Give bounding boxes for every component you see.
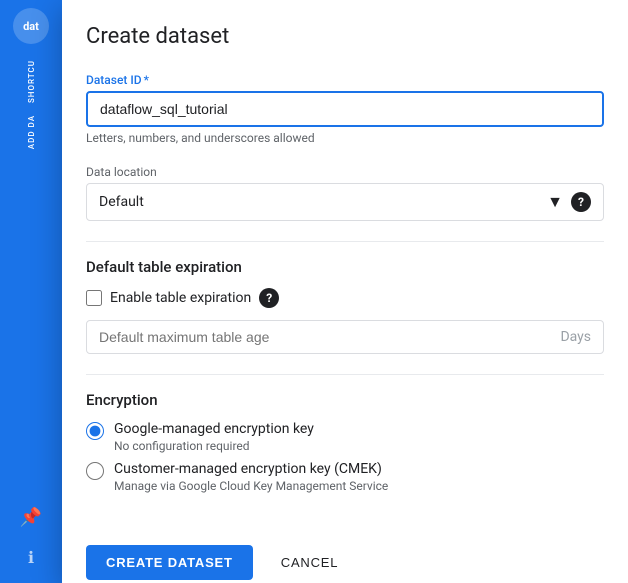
customer-managed-radio[interactable]	[86, 462, 104, 480]
encryption-section: Encryption Google-managed encryption key…	[86, 391, 604, 493]
google-managed-radio[interactable]	[86, 422, 104, 440]
divider-2	[86, 374, 604, 375]
encryption-heading: Encryption	[86, 391, 604, 409]
enable-expiration-row: Enable table expiration ?	[86, 288, 604, 308]
dataset-id-input[interactable]	[100, 101, 590, 117]
create-dataset-dialog: Create dataset Dataset ID * Letters, num…	[62, 0, 628, 583]
divider	[86, 241, 604, 242]
dialog-body: Dataset ID * Letters, numbers, and under…	[62, 65, 628, 529]
dialog-title: Create dataset	[62, 0, 628, 65]
table-age-input-wrapper[interactable]: Days	[86, 320, 604, 354]
dataset-id-input-wrapper[interactable]	[86, 91, 604, 127]
table-age-unit: Days	[560, 329, 591, 345]
data-location-dropdown[interactable]: Default ▼ ?	[86, 183, 604, 221]
data-location-label: Data location	[86, 165, 604, 179]
encryption-radio-group: Google-managed encryption key No configu…	[86, 421, 604, 493]
table-age-input[interactable]	[99, 329, 560, 345]
google-managed-label: Google-managed encryption key	[114, 421, 314, 437]
data-location-field-group: Data location Default ▼ ?	[86, 165, 604, 221]
sidebar-logo-text: dat	[23, 20, 39, 33]
dataset-id-field-group: Dataset ID * Letters, numbers, and under…	[86, 73, 604, 145]
data-location-value: Default	[99, 194, 144, 210]
sidebar-shortcut: SHORTCU	[27, 60, 36, 103]
main-content: Create dataset Dataset ID * Letters, num…	[62, 0, 628, 583]
pin-icon: 📌	[20, 507, 42, 528]
data-location-help-icon[interactable]: ?	[571, 192, 591, 212]
sidebar-logo[interactable]: dat	[13, 8, 49, 44]
sidebar-add: ADD DA	[27, 115, 36, 149]
google-managed-hint: No configuration required	[114, 439, 314, 453]
google-managed-radio-row: Google-managed encryption key No configu…	[86, 421, 604, 453]
customer-managed-label: Customer-managed encryption key (CMEK)	[114, 461, 388, 477]
enable-expiration-label: Enable table expiration	[110, 290, 251, 306]
sidebar: dat SHORTCU ADD DA 📌 ℹ	[0, 0, 62, 583]
dataset-id-label: Dataset ID *	[86, 73, 604, 87]
info-icon: ℹ	[28, 548, 34, 567]
customer-managed-hint: Manage via Google Cloud Key Management S…	[114, 479, 388, 493]
google-managed-content: Google-managed encryption key No configu…	[114, 421, 314, 453]
customer-managed-content: Customer-managed encryption key (CMEK) M…	[114, 461, 388, 493]
dialog-footer: CREATE DATASET CANCEL	[62, 529, 628, 583]
customer-managed-radio-row: Customer-managed encryption key (CMEK) M…	[86, 461, 604, 493]
dropdown-arrow-icon: ▼	[547, 192, 563, 212]
expiration-help-icon[interactable]: ?	[259, 288, 279, 308]
create-dataset-button[interactable]: CREATE DATASET	[86, 545, 253, 580]
enable-expiration-checkbox[interactable]	[86, 290, 102, 306]
cancel-button[interactable]: CANCEL	[265, 545, 355, 580]
table-expiration-heading: Default table expiration	[86, 258, 604, 276]
dataset-id-hint: Letters, numbers, and underscores allowe…	[86, 131, 604, 145]
table-expiration-section: Default table expiration Enable table ex…	[86, 258, 604, 354]
dropdown-controls: ▼ ?	[547, 192, 591, 212]
